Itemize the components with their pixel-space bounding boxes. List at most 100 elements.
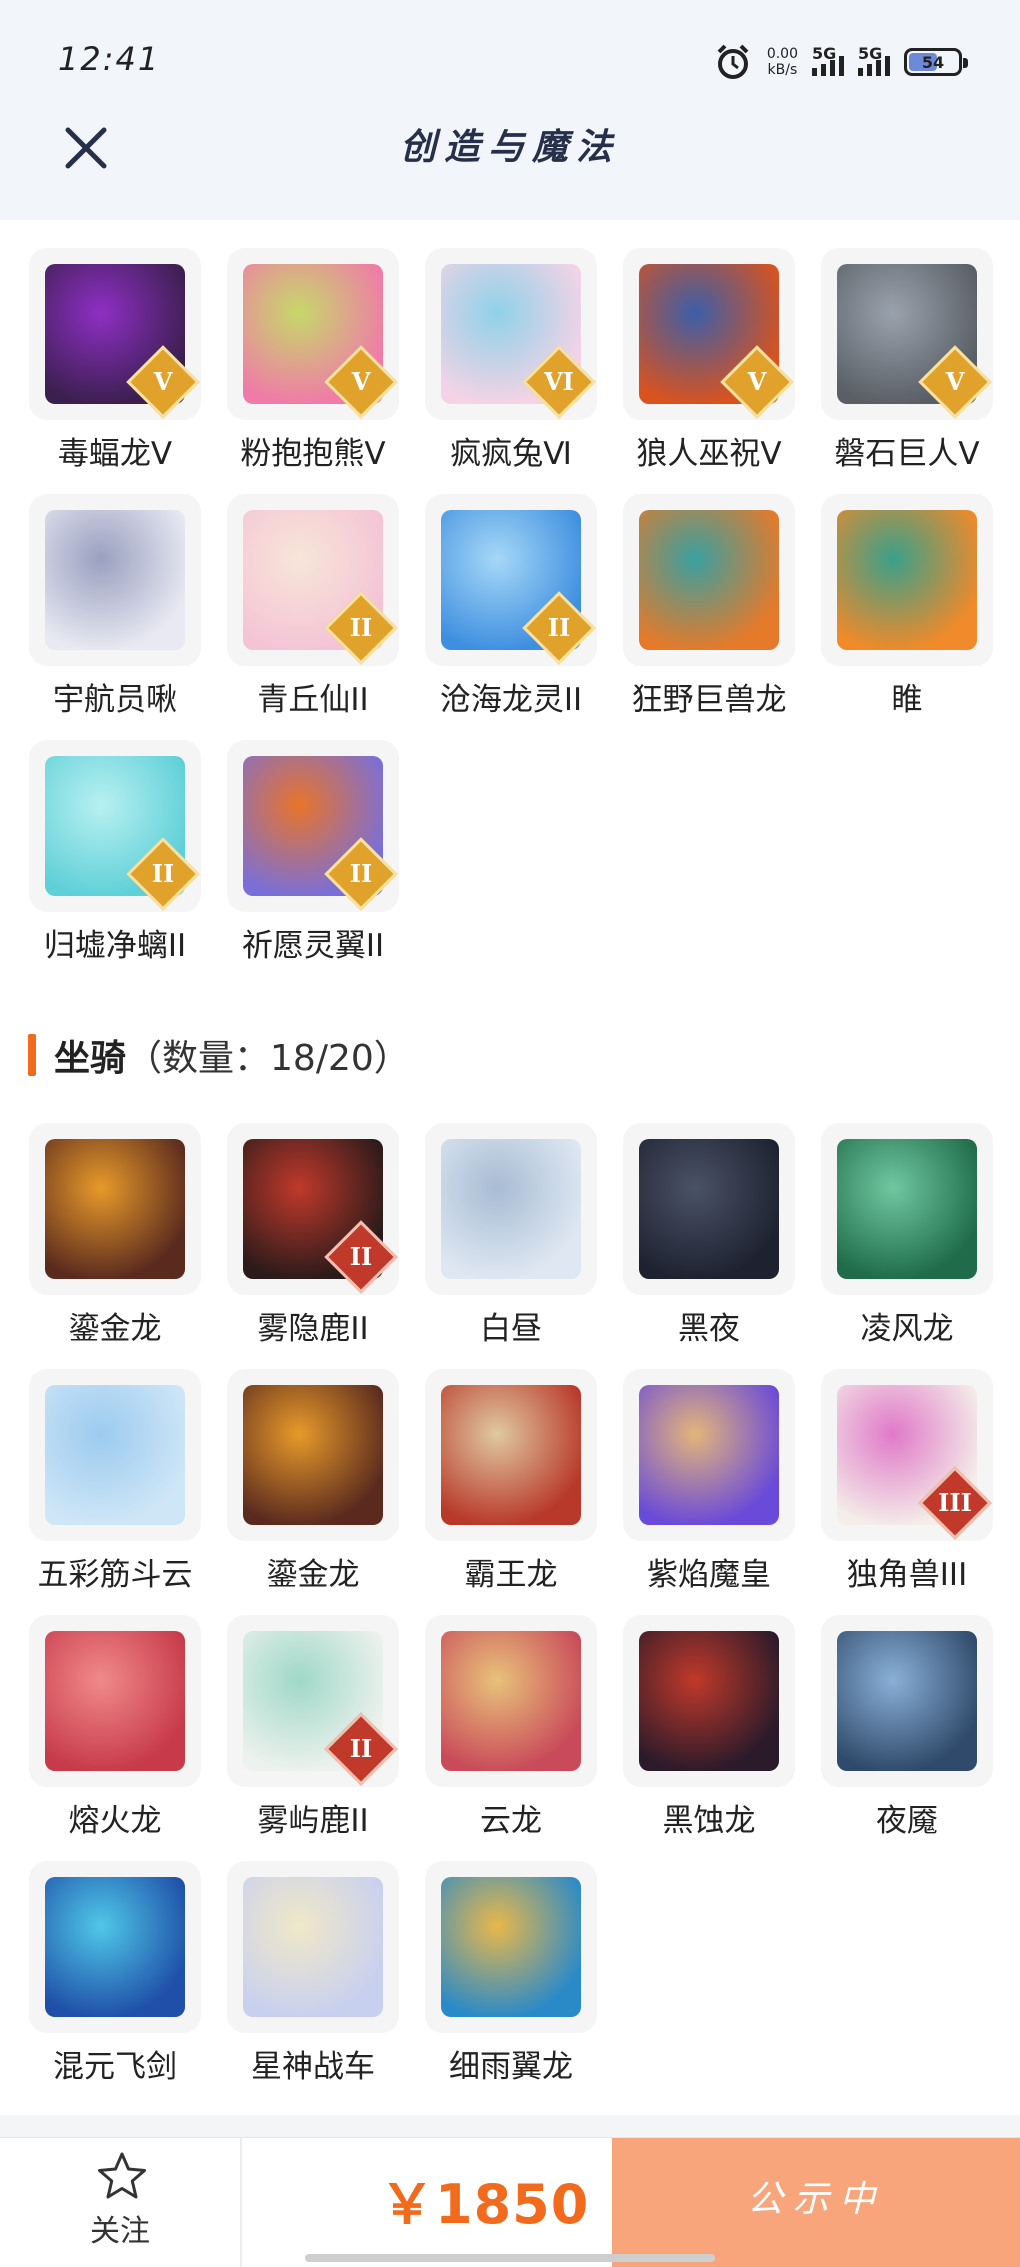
item-label: 祈愿灵翼II xyxy=(241,928,385,964)
mount-item[interactable]: 凌风龙 xyxy=(817,1123,997,1348)
item-thumbnail: II xyxy=(227,494,399,666)
badge-text: II xyxy=(349,859,373,888)
status-bar: 12:41 0.00 kB/s 5G 5G 54 xyxy=(0,0,1020,120)
mount-item[interactable]: 混元飞剑 xyxy=(25,1861,205,2086)
pet-item[interactable]: II 祈愿灵翼II xyxy=(223,740,403,965)
mount-item[interactable]: 夜魇 xyxy=(817,1615,997,1840)
status-icons: 0.00 kB/s 5G 5G 54 xyxy=(713,40,968,84)
publicity-status-button[interactable]: 公示中 xyxy=(612,2138,1020,2267)
item-label: 黑蚀龙 xyxy=(662,1803,756,1839)
item-label: 青丘仙II xyxy=(257,682,369,718)
mount-item[interactable]: 紫焰魔皇 xyxy=(619,1369,799,1594)
price-value: ￥1850 xyxy=(380,2173,590,2236)
mount-item[interactable]: 鎏金龙 xyxy=(223,1369,403,1594)
item-thumbnail: VI xyxy=(425,248,597,420)
top-bar: 12:41 0.00 kB/s 5G 5G 54 创造与魔法 xyxy=(0,0,1020,220)
item-label: 五彩筋斗云 xyxy=(37,1557,193,1593)
mount-item[interactable]: 细雨翼龙 xyxy=(421,1861,601,2086)
item-thumbnail xyxy=(623,1615,795,1787)
pet-item[interactable]: V 粉抱抱熊Ⅴ xyxy=(223,248,403,473)
item-image xyxy=(441,1385,581,1525)
mount-item[interactable]: II 雾屿鹿II xyxy=(223,1615,403,1840)
item-image xyxy=(441,1877,581,2017)
item-image xyxy=(639,510,779,650)
pet-item[interactable]: V 磐石巨人Ⅴ xyxy=(817,248,997,473)
pet-item[interactable]: 宇航员啾 xyxy=(25,494,205,719)
item-thumbnail xyxy=(623,1123,795,1295)
network-speed: 0.00 kB/s xyxy=(766,46,798,78)
item-label: 凌风龙 xyxy=(860,1311,954,1347)
item-image xyxy=(639,1385,779,1525)
item-label: 夜魇 xyxy=(876,1803,938,1839)
pet-item[interactable]: II 归墟净螭II xyxy=(25,740,205,965)
item-label: 归墟净螭II xyxy=(43,928,187,964)
bottom-divider xyxy=(0,2115,1020,2137)
item-label: 云龙 xyxy=(480,1803,542,1839)
signal-icon-2: 5G xyxy=(858,44,890,76)
pet-item[interactable]: 睢 xyxy=(817,494,997,719)
item-label: 紫焰魔皇 xyxy=(647,1557,771,1593)
item-thumbnail: II xyxy=(425,494,597,666)
item-label: 霸王龙 xyxy=(464,1557,558,1593)
item-image xyxy=(837,1631,977,1771)
badge-text: V xyxy=(945,367,965,396)
item-label: 混元飞剑 xyxy=(53,2049,177,2085)
mount-item[interactable]: 鎏金龙 xyxy=(25,1123,205,1348)
mount-item[interactable]: 星神战车 xyxy=(223,1861,403,2086)
badge-text: V xyxy=(747,367,767,396)
badge-text: V xyxy=(153,367,173,396)
mount-item[interactable]: 五彩筋斗云 xyxy=(25,1369,205,1594)
mount-item[interactable]: 熔火龙 xyxy=(25,1615,205,1840)
mount-item[interactable]: 霸王龙 xyxy=(421,1369,601,1594)
item-label: 白昼 xyxy=(480,1311,542,1347)
item-image xyxy=(837,1139,977,1279)
mount-item[interactable]: 黑夜 xyxy=(619,1123,799,1348)
item-thumbnail xyxy=(227,1369,399,1541)
item-label: 黑夜 xyxy=(678,1311,740,1347)
badge-text: II xyxy=(547,613,571,642)
badge-text: II xyxy=(349,1734,373,1763)
item-image xyxy=(45,1877,185,2017)
star-icon xyxy=(98,2152,146,2199)
follow-button[interactable]: 关注 xyxy=(0,2138,242,2267)
mount-item[interactable]: 云龙 xyxy=(421,1615,601,1840)
item-thumbnail xyxy=(821,1123,993,1295)
badge-text: VI xyxy=(544,367,574,396)
item-label: 鎏金龙 xyxy=(68,1311,162,1347)
item-label: 星神战车 xyxy=(251,2049,375,2085)
mount-item[interactable]: 白昼 xyxy=(421,1123,601,1348)
item-thumbnail xyxy=(425,1615,597,1787)
item-label: 沧海龙灵II xyxy=(439,682,583,718)
pet-item[interactable]: II 青丘仙II xyxy=(223,494,403,719)
section-title: 坐骑 xyxy=(54,1038,127,1079)
pet-item[interactable]: II 沧海龙灵II xyxy=(421,494,601,719)
mount-item[interactable]: II 雾隐鹿II xyxy=(223,1123,403,1348)
item-thumbnail: V xyxy=(821,248,993,420)
home-indicator[interactable] xyxy=(305,2254,715,2262)
item-image xyxy=(441,1139,581,1279)
badge-text: III xyxy=(938,1488,972,1517)
mount-item[interactable]: 黑蚀龙 xyxy=(619,1615,799,1840)
mount-item[interactable]: III 独角兽III xyxy=(817,1369,997,1594)
bottom-action-bar: 关注 ￥1850 公示中 xyxy=(0,2137,1020,2267)
item-thumbnail: V xyxy=(29,248,201,420)
pet-item[interactable]: VI 疯疯兔Ⅵ xyxy=(421,248,601,473)
item-label: 细雨翼龙 xyxy=(449,2049,573,2085)
item-thumbnail xyxy=(425,1369,597,1541)
follow-label: 关注 xyxy=(90,2214,150,2249)
badge-text: II xyxy=(349,613,373,642)
item-image xyxy=(441,1631,581,1771)
item-thumbnail: II xyxy=(227,1123,399,1295)
item-label: 粉抱抱熊Ⅴ xyxy=(240,436,386,472)
item-thumbnail: II xyxy=(29,740,201,912)
item-thumbnail xyxy=(623,494,795,666)
badge-text: II xyxy=(349,1242,373,1271)
item-thumbnail xyxy=(29,1369,201,1541)
item-label: 狂野巨兽龙 xyxy=(631,682,787,718)
pet-item[interactable]: V 狼人巫祝Ⅴ xyxy=(619,248,799,473)
item-label: 狼人巫祝Ⅴ xyxy=(636,436,782,472)
item-label: 独角兽III xyxy=(846,1557,968,1593)
item-image xyxy=(243,1385,383,1525)
pet-item[interactable]: 狂野巨兽龙 xyxy=(619,494,799,719)
pet-item[interactable]: V 毒蝠龙Ⅴ xyxy=(25,248,205,473)
